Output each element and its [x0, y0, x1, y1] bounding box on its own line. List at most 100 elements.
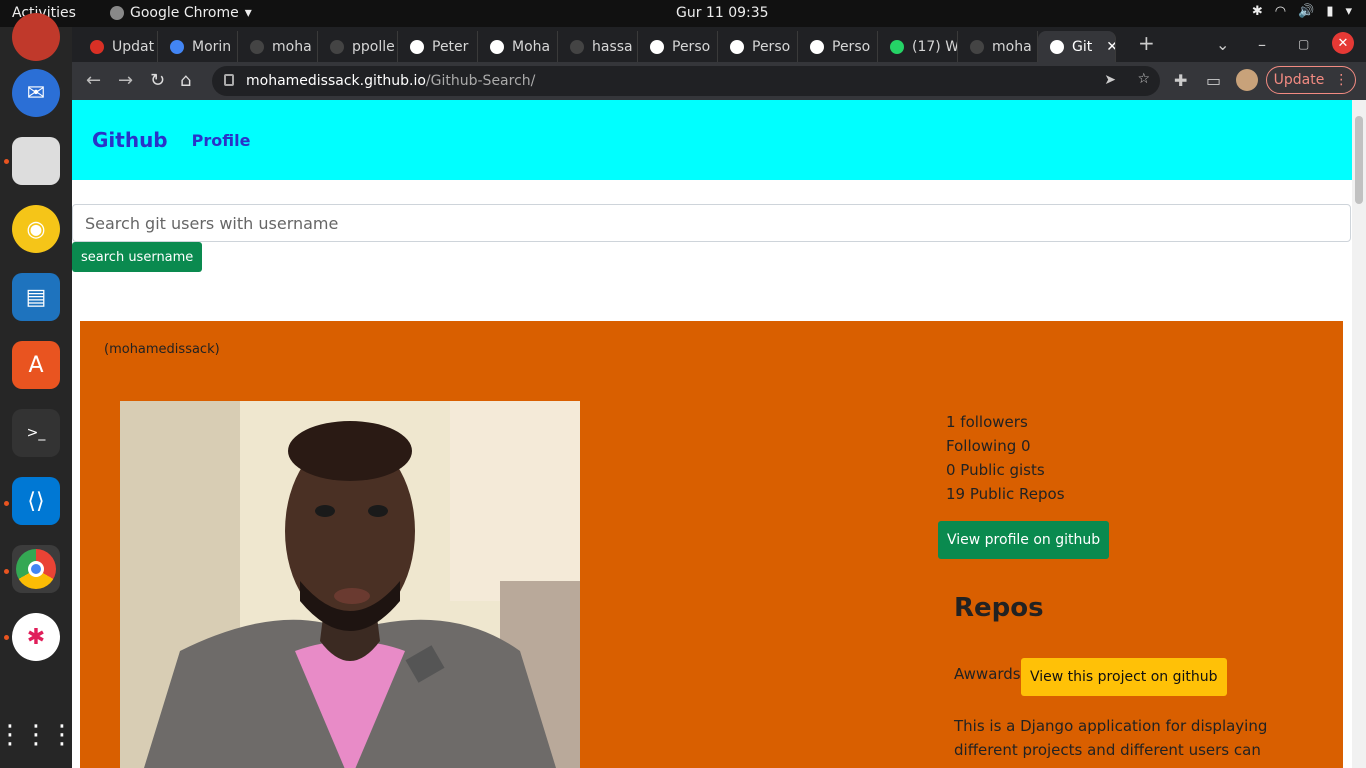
- firefox-icon[interactable]: [12, 13, 60, 61]
- cast-icon[interactable]: ▭: [1206, 71, 1221, 90]
- profile-stats: 1 followers Following 0 0 Public gists 1…: [946, 410, 1065, 506]
- tab-strip: Updat Morin moha ppolle Peter Moha hassa Perso P…: [72, 27, 1366, 62]
- tab-label: Updat: [112, 38, 155, 55]
- tab-label: Perso: [752, 38, 791, 55]
- tab-label: Morin: [192, 38, 232, 55]
- profile-photo: [120, 401, 580, 768]
- app-name: Google Chrome: [130, 5, 239, 21]
- profile-card: (mohamedissack) 1 followers Following 0 …: [80, 321, 1343, 768]
- browser-tab[interactable]: Perso: [718, 31, 798, 62]
- thunderbird-icon[interactable]: ✉: [12, 69, 60, 117]
- browser-tab[interactable]: moha: [958, 31, 1038, 62]
- reload-icon[interactable]: ↻: [150, 70, 165, 91]
- tab-label: Perso: [832, 38, 871, 55]
- browser-tab[interactable]: Moha: [478, 31, 558, 62]
- scrollbar-thumb[interactable]: [1355, 116, 1363, 204]
- lock-icon: [224, 74, 234, 86]
- update-label: Update: [1273, 72, 1325, 88]
- browser-tab[interactable]: ppolle: [318, 31, 398, 62]
- more-menu-icon[interactable]: ⋮: [1334, 72, 1348, 88]
- browser-tab[interactable]: Perso: [638, 31, 718, 62]
- profile-username: (mohamedissack): [104, 342, 220, 357]
- page-scrollbar[interactable]: [1352, 100, 1366, 768]
- writer-icon[interactable]: ▤: [12, 273, 60, 321]
- followers-count: 1 followers: [946, 413, 1028, 431]
- new-tab-icon[interactable]: +: [1138, 31, 1155, 55]
- tab-favicon-icon: [170, 39, 184, 54]
- chrome-icon: [110, 6, 124, 20]
- browser-tab[interactable]: moha: [238, 31, 318, 62]
- chevron-down-icon: ▾: [1345, 4, 1352, 19]
- navbar-profile-link[interactable]: Profile: [192, 131, 251, 150]
- tab-favicon-icon: [970, 39, 984, 54]
- browser-tab[interactable]: Morin: [158, 31, 238, 62]
- tab-label: (17) W: [912, 38, 958, 55]
- repos-count: 19 Public Repos: [946, 485, 1065, 503]
- page-content: Github Profile search username (mohamedi…: [72, 100, 1352, 768]
- terminal-icon[interactable]: >_: [12, 409, 60, 457]
- files-icon[interactable]: [12, 137, 60, 185]
- tab-search-icon[interactable]: ⌄: [1216, 35, 1229, 54]
- address-bar[interactable]: mohamedissack.github.io/Github-Search/ ➤…: [212, 66, 1160, 96]
- extensions-icon[interactable]: ✚: [1174, 71, 1187, 90]
- browser-tab[interactable]: Updat: [78, 31, 158, 62]
- tab-label: Moha: [512, 38, 551, 55]
- slack-tray-icon[interactable]: ✱: [1252, 4, 1263, 19]
- close-window-icon[interactable]: ✕: [1332, 32, 1354, 54]
- repos-heading: Repos: [954, 593, 1044, 623]
- profile-avatar[interactable]: [1236, 69, 1258, 91]
- search-input[interactable]: [72, 204, 1351, 242]
- update-button[interactable]: Update ⋮: [1266, 66, 1356, 94]
- tab-favicon-icon: [490, 39, 504, 54]
- tab-favicon-icon: [1050, 39, 1064, 54]
- minimize-icon[interactable]: –: [1258, 35, 1266, 54]
- tab-favicon-icon: [250, 39, 264, 54]
- tab-label: moha: [272, 38, 312, 55]
- tab-favicon-icon: [570, 39, 584, 54]
- slack-icon[interactable]: ✱: [12, 613, 60, 661]
- browser-tab[interactable]: hassa: [558, 31, 638, 62]
- wifi-icon: ◠: [1274, 4, 1287, 19]
- browser-tab[interactable]: Peter: [398, 31, 478, 62]
- system-tray[interactable]: ✱ ◠ 🔊 ▮ ▾: [1252, 4, 1352, 19]
- send-icon[interactable]: ➤: [1104, 72, 1116, 88]
- app-menu[interactable]: Google Chrome ▾: [110, 5, 252, 21]
- search-username-button[interactable]: search username: [72, 242, 203, 272]
- tab-label: Git: [1072, 38, 1093, 55]
- tab-label: Perso: [672, 38, 711, 55]
- tab-label: Peter: [432, 38, 469, 55]
- navbar-brand[interactable]: Github: [92, 128, 168, 152]
- show-apps-icon[interactable]: ⋮⋮⋮: [0, 711, 75, 759]
- close-tab-icon[interactable]: ✕: [1106, 39, 1115, 55]
- home-icon[interactable]: ⌂: [180, 70, 191, 91]
- maximize-icon[interactable]: ▢: [1298, 37, 1309, 51]
- tab-label: hassa: [592, 38, 633, 55]
- tab-favicon-icon: [410, 39, 424, 54]
- back-icon[interactable]: ←: [86, 70, 101, 91]
- tab-label: ppolle: [352, 38, 395, 55]
- tab-favicon-icon: [330, 39, 344, 54]
- volume-icon: 🔊: [1298, 4, 1315, 19]
- software-icon[interactable]: A: [12, 341, 60, 389]
- tab-favicon-icon: [810, 39, 824, 54]
- view-profile-button[interactable]: View profile on github: [938, 521, 1110, 559]
- chrome-dock-icon[interactable]: [12, 545, 60, 593]
- forward-icon[interactable]: →: [118, 70, 133, 91]
- gists-count: 0 Public gists: [946, 461, 1045, 479]
- tab-favicon-icon: [730, 39, 744, 54]
- vscode-icon[interactable]: ⟨⟩: [12, 477, 60, 525]
- browser-tab[interactable]: Perso: [798, 31, 878, 62]
- system-top-bar: Activities Google Chrome ▾ Gur 11 09:35 …: [0, 0, 1366, 27]
- following-count: Following 0: [946, 437, 1031, 455]
- tab-favicon-icon: [890, 39, 904, 54]
- tab-favicon-icon: [90, 39, 104, 54]
- browser-tab[interactable]: Git ✕: [1038, 31, 1116, 62]
- bookmark-star-icon[interactable]: ☆: [1137, 71, 1150, 87]
- browser-tab[interactable]: (17) W: [878, 31, 958, 62]
- clock[interactable]: Gur 11 09:35: [676, 5, 769, 21]
- battery-icon: ▮: [1326, 4, 1334, 19]
- view-project-button[interactable]: View this project on github: [1021, 658, 1227, 696]
- repo-name: Awwards: [954, 665, 1021, 683]
- rhythmbox-icon[interactable]: ◉: [12, 205, 60, 253]
- site-navbar: Github Profile: [72, 100, 1352, 180]
